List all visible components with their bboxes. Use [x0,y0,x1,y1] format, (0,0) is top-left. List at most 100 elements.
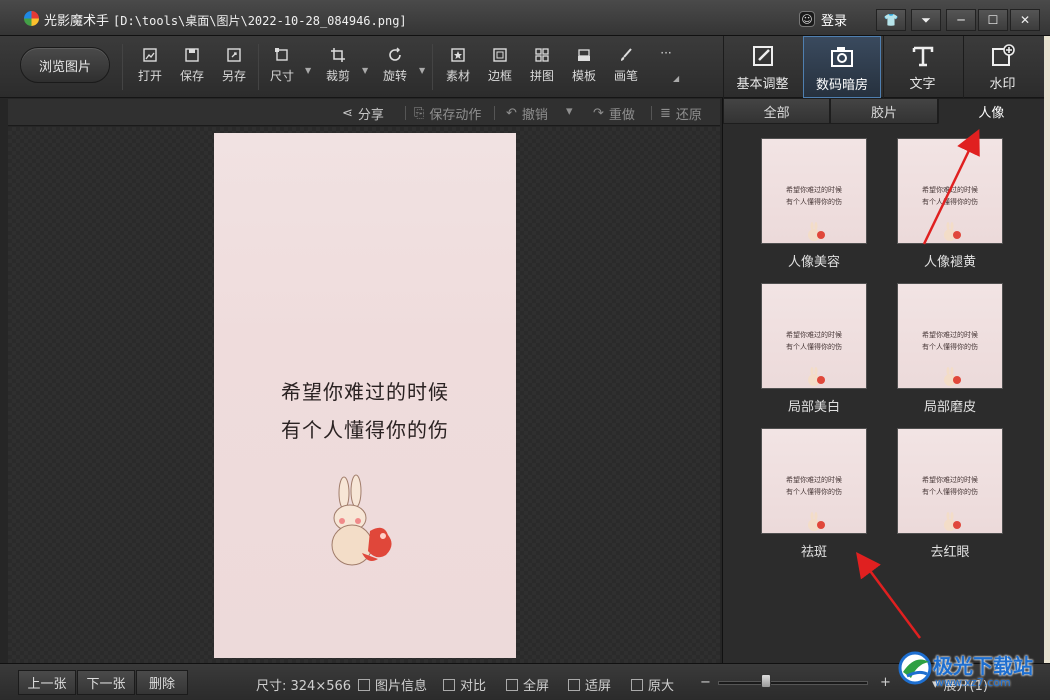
maximize-button[interactable]: ☐ [978,9,1008,31]
site-watermark: 极光下载站 www.xz7.com [895,646,1045,698]
undo-icon: ↶ [506,106,517,121]
resize-button[interactable]: 尺寸 [262,47,302,91]
image-info-button[interactable]: 图片信息 [358,675,427,694]
fit-screen-button[interactable]: 适屏 [568,675,611,694]
effect-label: 人像褪黄 [923,255,976,270]
template-label: 模板 [571,69,596,83]
watermark-url: www.xz7.com [935,676,1011,689]
tab-digital-darkroom[interactable]: 数码暗房 [803,36,881,98]
effect-local-smoothing[interactable]: 希望你难过的时候 有个人懂得你的伤 局部磨皮 [895,283,1005,415]
border-button[interactable]: 边框 [480,47,520,91]
brush-button[interactable]: 画笔 [606,47,646,91]
login-button[interactable]: ☺ 登录 [799,9,847,29]
rotate-button[interactable]: 旋转 [375,47,415,91]
menu-button[interactable]: ⏷ [911,9,941,31]
restore-label: 还原 [675,108,702,123]
tab-watermark-label: 水印 [989,77,1016,92]
tab-portrait[interactable]: 人像 [937,98,1045,124]
window-title: 光影魔术手 [D:\tools\桌面\图片\2022-10-28_084946.p… [44,10,407,29]
basic-adjust-icon [750,43,776,69]
restore-button[interactable]: ≣ 还原 [660,104,702,123]
undo-dropdown-button[interactable]: ▾ [566,104,573,119]
close-button[interactable]: ✕ [1010,9,1040,31]
skin-button[interactable]: 👕 [876,9,906,31]
effect-portrait-beauty[interactable]: 希望你难过的时候 有个人懂得你的伤 人像美容 [759,138,869,270]
login-label: 登录 [821,13,848,29]
title-bar: 光影魔术手 [D:\tools\桌面\图片\2022-10-28_084946.p… [0,0,1050,36]
original-size-icon [631,678,643,691]
file-path: [D:\tools\桌面\图片\2022-10-28_084946.png] [113,14,407,28]
browse-images-button[interactable]: 浏览图片 [20,47,110,83]
image-info-label: 图片信息 [375,679,428,694]
chevron-down-icon: ▾ [566,104,573,119]
effects-panel: 全部 胶片 人像 希望你难过的时候 有个人懂得你的伤 人像美容 希望你难过的时候… [722,98,1045,663]
undo-button[interactable]: ↶ 撤销 [506,104,548,123]
zoom-in-button[interactable]: + [880,675,891,690]
zoom-slider-thumb[interactable] [761,674,771,688]
compare-button[interactable]: 对比 [443,675,486,694]
effect-local-whitening[interactable]: 希望你难过的时候 有个人懂得你的伤 局部美白 [759,283,869,415]
effect-spot-removal[interactable]: 希望你难过的时候 有个人懂得你的伤 祛斑 [759,428,869,560]
share-button[interactable]: ⋖ 分享 [342,104,384,123]
effect-thumbnail: 希望你难过的时候 有个人懂得你的伤 [897,428,1003,534]
rotate-label: 旋转 [382,69,407,83]
toolbar-divider [258,44,259,90]
original-size-button[interactable]: 原大 [631,675,674,694]
fullscreen-icon [506,678,518,691]
redo-button[interactable]: ↷ 重做 [593,104,635,123]
toolbar-divider [432,44,433,90]
rotate-dropdown-icon[interactable]: ▼ [419,66,427,75]
zoom-slider-track[interactable] [718,681,868,685]
tab-all[interactable]: 全部 [723,98,831,124]
crop-button[interactable]: 裁剪 [318,47,358,91]
save-button[interactable]: 保存 [172,47,212,91]
open-label: 打开 [137,69,162,83]
bunny-thumb-icon [944,512,961,531]
bunny-thumb-icon [944,222,961,241]
fullscreen-button[interactable]: 全屏 [506,675,549,694]
expand-corner-icon[interactable]: ◢ [673,74,681,83]
template-button[interactable]: 模板 [564,47,604,91]
zoom-out-button[interactable]: − [700,675,711,690]
tab-film[interactable]: 胶片 [830,98,938,124]
share-icon: ⋖ [342,106,353,121]
thumb-text-2: 有个人懂得你的伤 [922,198,978,206]
delete-button[interactable]: 删除 [136,670,188,695]
more-label: ··· [660,46,672,60]
tab-basic-adjust[interactable]: 基本调整 [723,36,801,98]
image-size-readout: 尺寸: 324×566 [256,679,352,694]
prev-image-button[interactable]: 上一张 [18,670,76,695]
crop-dropdown-icon[interactable]: ▼ [362,66,370,75]
effect-label: 人像美容 [787,255,840,270]
resize-dropdown-icon[interactable]: ▼ [305,66,313,75]
info-icon [358,678,370,691]
rotate-icon [387,47,403,63]
material-button[interactable]: 素材 [438,47,478,91]
image-canvas[interactable]: 希望你难过的时候 有个人懂得你的伤 [8,127,720,663]
action-divider [494,106,495,120]
app-logo-icon [24,11,39,26]
effect-label: 局部美白 [787,400,840,415]
photo-preview[interactable]: 希望你难过的时候 有个人懂得你的伤 [214,133,516,658]
effect-label: 去红眼 [930,545,970,560]
fullscreen-label: 全屏 [523,679,550,694]
camera-icon [829,44,855,70]
save-action-button[interactable]: ⎘ 保存动作 [414,104,481,123]
compare-icon [443,678,455,691]
open-button[interactable]: 打开 [130,47,170,91]
shirt-icon: 👕 [883,13,899,27]
effect-portrait-yellow-removal[interactable]: 希望你难过的时候 有个人懂得你的伤 人像褪黄 [895,138,1005,270]
tab-watermark[interactable]: 水印 [963,36,1041,98]
collage-button[interactable]: 拼图 [522,47,562,91]
effect-red-eye-removal[interactable]: 希望你难过的时候 有个人懂得你的伤 去红眼 [895,428,1005,560]
thumb-text-1: 希望你难过的时候 [786,331,842,339]
effect-thumbnail: 希望你难过的时候 有个人懂得你的伤 [897,283,1003,389]
next-image-button[interactable]: 下一张 [77,670,135,695]
save-as-button[interactable]: 另存 [214,47,254,91]
close-icon: ✕ [1019,13,1031,27]
thumb-text-1: 希望你难过的时候 [786,476,842,484]
tab-text[interactable]: 文字 [883,36,961,98]
crop-icon [330,47,346,63]
more-tools-button[interactable]: ··· [646,46,686,90]
minimize-button[interactable]: ─ [946,9,976,31]
